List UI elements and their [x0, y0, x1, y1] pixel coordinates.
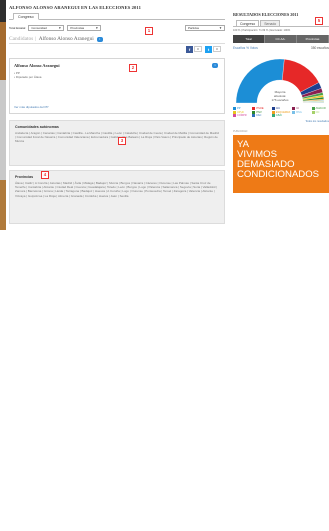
legend-label: COMPR [237, 114, 247, 117]
legend-swatch [271, 114, 275, 117]
results-scope-tabs: Total CC.AA. Provincias [233, 35, 329, 43]
facebook-icon[interactable]: f [186, 45, 193, 53]
filter-label: Total Estatal [9, 25, 26, 30]
legend-item: CC [311, 110, 329, 114]
chevron-down-icon: ▼ [95, 25, 99, 30]
scope-tab-total[interactable]: Total [233, 35, 265, 43]
strip-segment-brown [0, 22, 6, 80]
party-select-value: Partidos [188, 25, 200, 30]
results-title: RESULTADOS ELECCIONES 2011 [233, 12, 299, 17]
hemicycle-svg: Mayoríaabsoluta:176 escaños [235, 58, 325, 104]
legend-swatch [233, 114, 236, 117]
marker-2: 2 [129, 64, 137, 72]
legend-item: COMPR [233, 114, 250, 117]
candidate-header: Candidatos | Alfonso Alonso Aranegui t [9, 35, 225, 44]
results-view-links[interactable]: Escaños % Votos [233, 46, 258, 51]
detail-seat: • Diputado por Álava [14, 75, 42, 79]
candidate-card-name: Alfonso Alonso Aranegui [14, 63, 60, 68]
advertisement-banner[interactable]: YA VIVIMOS DEMASIADO CONDICIONADOS [233, 135, 329, 193]
legend-item: FAC [252, 114, 269, 117]
provinces-links[interactable]: Álava | Cádiz | A Coruña | Asturias | Ma… [15, 181, 219, 198]
province-select-value: Provincias [70, 25, 85, 30]
share-row: f 0 t 0 [9, 44, 225, 54]
twitter-icon[interactable]: t [212, 63, 218, 68]
main-tab-bar: Congreso [9, 13, 225, 20]
party-select[interactable]: Partidos ▼ [185, 24, 225, 31]
autonomic-links[interactable]: Andalucía | Aragón | Canarias | Cantabri… [15, 131, 219, 144]
chevron-down-icon: ▼ [219, 25, 222, 30]
strip-segment-dark [0, 0, 6, 22]
more-deputies-link[interactable]: Ver más diputados del PP [14, 105, 49, 109]
center-label-line: 176 escaños [271, 98, 289, 102]
results-widget: RESULTADOS ELECCIONES 2011 Congreso Sena… [233, 12, 329, 193]
legend-label: FAC [256, 114, 262, 117]
facebook-count: 0 [194, 46, 202, 52]
tab-results-senado[interactable]: Senado [260, 20, 281, 26]
twitter-share-icon[interactable]: t [205, 45, 212, 53]
hemicycle-chart: Mayoría absoluta: 176 escaños [233, 53, 329, 105]
all-results-link[interactable]: Todos los resultados [233, 120, 329, 125]
candidate-card: Alfonso Alonso Aranegui t • PP • Diputad… [9, 58, 225, 114]
autonomic-communities-section: Comunidades autónomas Andalucía | Aragón… [9, 120, 225, 166]
legend-label: BNG [296, 110, 302, 114]
community-select-value: Comunidad [31, 25, 47, 30]
page-title: ALFONSO ALONSO ARANEGUI EN LAS ELECCIONE… [9, 5, 141, 10]
results-tab-bar: Congreso Senado [233, 20, 329, 27]
twitter-icon[interactable]: t [96, 36, 103, 42]
left-edge-strip [0, 0, 6, 531]
tab-results-congreso[interactable]: Congreso [236, 20, 260, 26]
autonomic-title: Comunidades autónomas [15, 125, 59, 129]
results-seat-total: 350 escaños [310, 46, 329, 50]
candidate-details: • PP • Diputado por Álava [14, 71, 220, 79]
hemicycle-legend: PP PSOE CiU IU AMAIUR UPyD PNV ESQUERRA BNG CC COM… [233, 107, 329, 117]
results-subheader: Escaños % Votos 350 escaños [233, 46, 329, 51]
ad-line-4: CONDICIONADOS [237, 169, 320, 180]
ad-label: PUBLICIDAD [233, 130, 248, 133]
results-stats: 100 % | Participación: 71.69 % | Escruta… [233, 29, 291, 32]
scope-tab-provincias[interactable]: Provincias [297, 35, 329, 43]
legend-item: GBAI [271, 114, 291, 117]
marker-4: 4 [41, 171, 49, 179]
scope-tab-ccaa[interactable]: CC.AA. [265, 35, 297, 43]
marker-1: 1 [145, 27, 153, 35]
community-select[interactable]: Comunidad ▼ [28, 24, 65, 31]
chevron-down-icon: ▼ [58, 25, 62, 30]
tab-congreso[interactable]: Congreso [13, 13, 39, 20]
legend-label: GBAI [275, 114, 282, 117]
candidate-header-label: Candidatos | [9, 36, 36, 42]
legend-swatch [252, 114, 256, 117]
legend-swatch [311, 110, 315, 114]
province-select[interactable]: Provincias ▼ [67, 24, 102, 31]
legend-label: CC [315, 110, 320, 114]
strip-segment-gray [0, 80, 6, 180]
filter-bar: Total Estatal Comunidad ▼ Provincias ▼ P… [9, 23, 225, 32]
legend-item: BNG [292, 110, 309, 114]
marker-3: 3 [118, 137, 126, 145]
strip-segment-tan [0, 180, 6, 230]
twitter-count: 0 [213, 46, 221, 52]
legend-swatch [292, 110, 296, 114]
main-column: ALFONSO ALONSO ARANEGUI EN LAS ELECCIONE… [9, 5, 225, 224]
candidate-header-name: Alfonso Alonso Aranegui [38, 36, 94, 42]
